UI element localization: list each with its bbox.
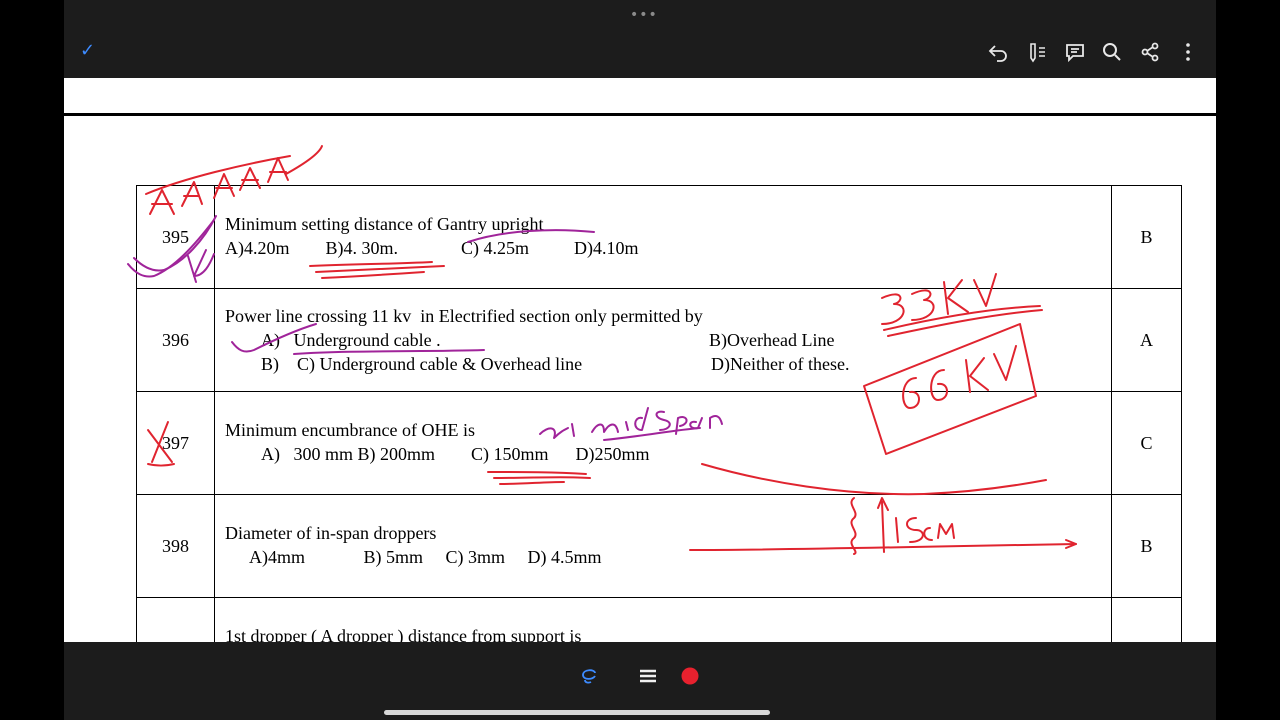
question-text: 1st dropper ( A dropper ) distance from … xyxy=(214,597,1112,642)
option-b: B)Overhead Line xyxy=(709,330,835,350)
share-icon[interactable] xyxy=(1138,40,1162,64)
window-handle[interactable]: ••• xyxy=(630,7,658,23)
check-icon[interactable]: ✓ xyxy=(80,40,95,61)
question-number: 395 xyxy=(136,185,215,289)
undo-icon[interactable] xyxy=(986,40,1010,64)
answer-cell: B xyxy=(1111,494,1182,598)
question-text: Minimum encumbrance of OHE is A) 300 mm … xyxy=(214,391,1112,495)
answer-cell: A xyxy=(1111,288,1182,392)
option-c: B) C) Underground cable & Overhead line xyxy=(261,354,583,374)
table-row: 399 1st dropper ( A dropper ) distance f… xyxy=(136,597,1182,642)
question-line: Minimum encumbrance of OHE is xyxy=(225,420,475,440)
menu-icon[interactable] xyxy=(636,664,660,688)
answer-cell: B xyxy=(1111,185,1182,289)
table-row: 397 Minimum encumbrance of OHE is A) 300… xyxy=(136,391,1182,495)
home-indicator[interactable] xyxy=(384,710,770,715)
question-line: Minimum setting distance of Gantry uprig… xyxy=(225,214,544,234)
question-number: 396 xyxy=(136,288,215,392)
document-page[interactable]: 395 Minimum setting distance of Gantry u… xyxy=(64,78,1216,642)
search-icon[interactable] xyxy=(1100,40,1124,64)
answer-cell xyxy=(1111,597,1182,642)
question-table: 395 Minimum setting distance of Gantry u… xyxy=(136,185,1182,642)
question-number: 399 xyxy=(136,597,215,642)
question-number: 398 xyxy=(136,494,215,598)
question-text: Diameter of in-span droppers A)4mm B) 5m… xyxy=(214,494,1112,598)
answer-cell: C xyxy=(1111,391,1182,495)
question-line: Power line crossing 11 kv in Electrified… xyxy=(225,306,703,326)
more-icon[interactable] xyxy=(1176,40,1200,64)
bottom-toolbar xyxy=(64,642,1216,720)
app-window: ••• ✓ 395 Minimum setting distance of Ga… xyxy=(64,0,1216,720)
table-row: 396 Power line crossing 11 kv in Electri… xyxy=(136,288,1182,392)
question-text: Power line crossing 11 kv in Electrified… xyxy=(214,288,1112,392)
top-toolbar: ••• ✓ xyxy=(64,0,1216,78)
option-a: A) Underground cable . xyxy=(261,330,441,350)
page-divider xyxy=(64,113,1216,116)
pen-settings-icon[interactable] xyxy=(1025,40,1049,64)
option-d: D)Neither of these. xyxy=(711,354,850,374)
options-line: A) 300 mm B) 200mm C) 150mm D)250mm xyxy=(261,444,650,464)
table-row: 398 Diameter of in-span droppers A)4mm B… xyxy=(136,494,1182,598)
question-line: 1st dropper ( A dropper ) distance from … xyxy=(225,626,582,642)
record-icon[interactable] xyxy=(678,664,702,688)
question-number: 397 xyxy=(136,391,215,495)
options-line: A)4mm B) 5mm C) 3mm D) 4.5mm xyxy=(249,547,602,567)
table-row: 395 Minimum setting distance of Gantry u… xyxy=(136,185,1182,289)
lasso-icon[interactable] xyxy=(577,664,601,688)
comment-icon[interactable] xyxy=(1063,40,1087,64)
question-line: Diameter of in-span droppers xyxy=(225,523,437,543)
options-line: A)4.20m B)4. 30m. C) 4.25m D)4.10m xyxy=(225,238,639,258)
question-text: Minimum setting distance of Gantry uprig… xyxy=(214,185,1112,289)
